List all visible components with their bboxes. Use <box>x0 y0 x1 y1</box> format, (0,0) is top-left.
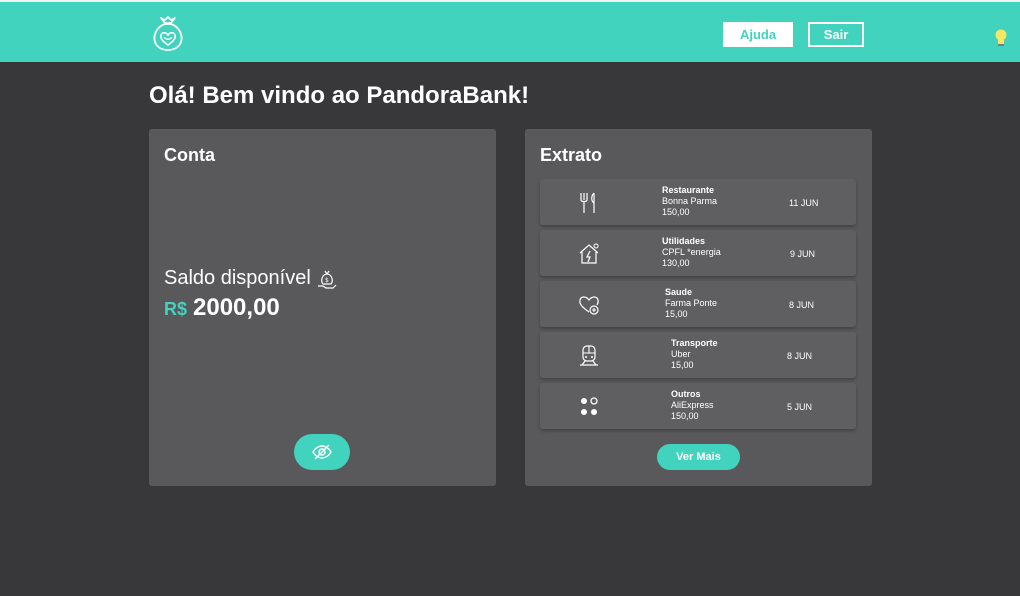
transaction-item[interactable]: Outros AliExpress 150,00 5 JUN <box>540 383 856 429</box>
transaction-date: 11 JUN <box>789 198 819 208</box>
transaction-description: Uber <box>671 349 691 359</box>
pandora-logo-icon[interactable] <box>151 14 185 52</box>
fork-knife-icon <box>580 192 595 213</box>
transaction-item[interactable]: Restaurante Bonna Parma 150,00 11 JUN <box>540 179 856 225</box>
dots-grid-icon <box>581 397 598 415</box>
transaction-description: AliExpress <box>671 400 714 410</box>
transaction-category: Transporte <box>671 338 718 348</box>
transaction-list: Restaurante Bonna Parma 150,00 11 JUN Ut… <box>540 179 856 434</box>
help-button[interactable]: Ajuda <box>723 22 793 47</box>
transaction-value: 15,00 <box>671 360 694 370</box>
transaction-item[interactable]: Saude Farma Ponte 15,00 8 JUN <box>540 281 856 327</box>
balance-label-row: Saldo disponível $ <box>164 267 337 290</box>
transaction-date: 9 JUN <box>790 249 816 259</box>
account-card: Conta Saldo disponível $ R$ 2000,00 <box>149 129 496 486</box>
see-more-button[interactable]: Ver Mais <box>657 444 740 470</box>
transaction-category: Utilidades <box>662 236 706 246</box>
transaction-category: Saude <box>665 287 693 297</box>
balance-amount: 2000,00 <box>193 294 280 321</box>
transaction-item[interactable]: Utilidades CPFL *energia 130,00 9 JUN <box>540 230 856 276</box>
transaction-value: 15,00 <box>665 309 688 319</box>
svg-text:$: $ <box>325 277 329 284</box>
transaction-date: 8 JUN <box>789 300 815 310</box>
top-navbar: Ajuda Sair <box>0 2 1020 62</box>
transaction-item[interactable]: Transporte Uber 15,00 8 JUN <box>540 332 856 378</box>
balance-label: Saldo disponível <box>164 267 311 289</box>
transaction-category: Restaurante <box>662 185 715 195</box>
transaction-category: Outros <box>671 389 701 399</box>
logout-button[interactable]: Sair <box>808 22 864 47</box>
money-bag-hand-icon: $ <box>317 270 337 289</box>
heart-plus-icon <box>579 296 599 315</box>
toggle-balance-visibility-button[interactable] <box>294 434 350 470</box>
account-title: Conta <box>164 145 215 165</box>
welcome-heading: Olá! Bem vindo ao PandoraBank! <box>149 82 530 109</box>
balance-currency: R$ <box>164 299 188 319</box>
transaction-value: 150,00 <box>671 411 699 421</box>
transaction-date: 8 JUN <box>787 351 813 361</box>
transaction-value: 130,00 <box>662 258 690 268</box>
statement-card: Extrato Restaurante Bonna Parma 150,00 1… <box>525 129 872 486</box>
house-bolt-icon <box>579 243 599 264</box>
transaction-date: 5 JUN <box>787 402 813 412</box>
balance-value: R$ 2000,00 <box>164 294 280 322</box>
lightbulb-icon[interactable] <box>994 28 1008 48</box>
statement-title: Extrato <box>540 145 603 165</box>
transaction-description: CPFL *energia <box>662 247 721 257</box>
train-icon <box>580 345 598 366</box>
transaction-description: Farma Ponte <box>665 298 718 308</box>
eye-off-icon <box>312 444 332 460</box>
transaction-description: Bonna Parma <box>662 196 718 206</box>
transaction-value: 150,00 <box>662 207 690 217</box>
